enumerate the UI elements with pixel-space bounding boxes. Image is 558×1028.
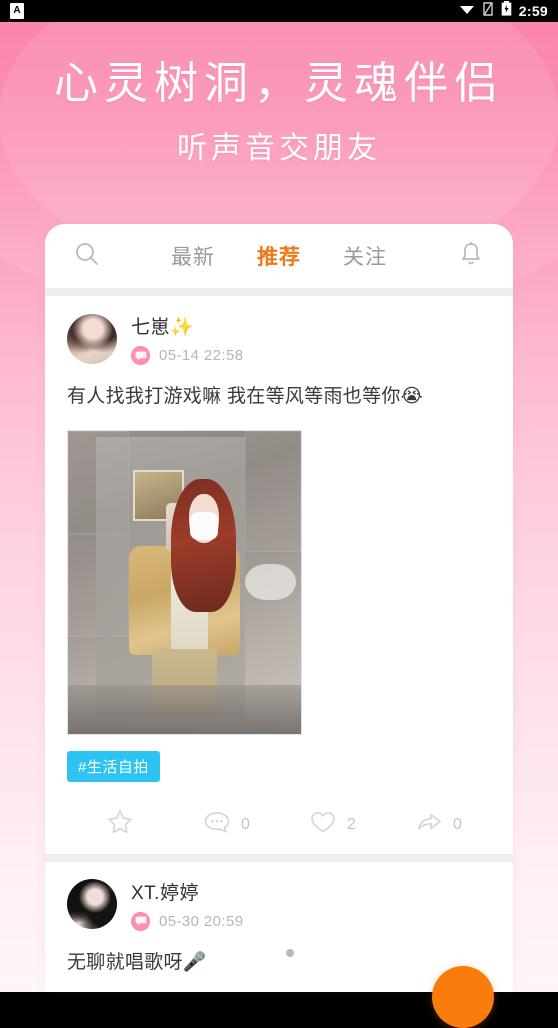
post-text: 无聊就唱歌呀🎤 xyxy=(67,951,207,973)
star-icon xyxy=(105,807,135,842)
status-bar: A 2:59 xyxy=(0,0,558,22)
post-header: XT.婷婷 05-30 20:59 xyxy=(67,878,491,931)
post-meta-row: 05-30 20:59 xyxy=(131,911,244,931)
tab-latest[interactable]: 最新 xyxy=(171,241,215,271)
share-count: 0 xyxy=(453,815,462,833)
avatar[interactable] xyxy=(67,313,117,364)
post-meta: XT.婷婷 05-30 20:59 xyxy=(131,878,243,931)
wifi-icon xyxy=(459,2,475,20)
username[interactable]: XT.婷婷 xyxy=(131,878,243,905)
compose-button[interactable] xyxy=(432,966,494,1028)
content-card: 最新 推荐 关注 七崽✨ 05-14 22:58 有人找我打游戏嘛 我在等风等雨… xyxy=(45,224,513,992)
like-button[interactable]: 2 xyxy=(279,808,385,841)
battery-charging-icon xyxy=(501,1,512,21)
post-text: 有人找我打游戏嘛 我在等风等雨也等你😭 xyxy=(67,386,424,407)
chat-bubble-badge-icon xyxy=(131,346,150,365)
timestamp: 05-30 20:59 xyxy=(159,912,244,930)
post-meta: 七崽✨ 05-14 22:58 xyxy=(131,312,243,365)
loading-dot xyxy=(286,948,294,957)
search-icon xyxy=(73,240,101,273)
top-nav-bar: 最新 推荐 关注 xyxy=(45,224,513,288)
search-button[interactable] xyxy=(67,236,107,276)
post-action-bar: 0 2 0 xyxy=(67,796,491,854)
post-item[interactable]: XT.婷婷 05-30 20:59 无聊就唱歌呀🎤 xyxy=(45,861,513,977)
chat-bubble-badge-icon xyxy=(131,911,150,931)
share-button[interactable]: 0 xyxy=(385,808,491,841)
comment-icon xyxy=(202,808,232,841)
banner: 心灵树洞，灵魂伴侣 听声音交朋友 xyxy=(0,58,558,167)
username[interactable]: 七崽✨ xyxy=(131,312,243,339)
app-notification-icon: A xyxy=(10,3,24,19)
post-meta-row: 05-14 22:58 xyxy=(131,346,243,365)
status-bar-right: 2:59 xyxy=(459,1,548,21)
post-image[interactable] xyxy=(67,429,302,735)
status-bar-left: A xyxy=(10,3,24,19)
post-divider xyxy=(45,853,513,862)
clock: 2:59 xyxy=(518,3,548,19)
comment-count: 0 xyxy=(241,815,250,833)
tab-following[interactable]: 关注 xyxy=(343,241,387,271)
tab-recommended[interactable]: 推荐 xyxy=(257,241,301,271)
nav-divider xyxy=(45,288,513,296)
timestamp: 05-14 22:58 xyxy=(159,347,244,364)
post-header: 七崽✨ 05-14 22:58 xyxy=(67,312,491,365)
bell-icon xyxy=(458,240,484,273)
signal-off-icon xyxy=(482,1,494,21)
avatar[interactable] xyxy=(67,879,117,929)
banner-title: 心灵树洞，灵魂伴侣 xyxy=(54,59,504,108)
hashtag-chip[interactable]: #生活自拍 xyxy=(67,750,160,782)
comment-button[interactable]: 0 xyxy=(173,808,279,841)
notifications-button[interactable] xyxy=(451,236,491,276)
post-item[interactable]: 七崽✨ 05-14 22:58 有人找我打游戏嘛 我在等风等雨也等你😭 #生活自… xyxy=(45,296,513,854)
share-icon xyxy=(414,808,444,841)
post-image-wrapper xyxy=(67,429,491,735)
favorite-button[interactable] xyxy=(67,807,173,842)
like-count: 2 xyxy=(347,815,356,833)
tab-list: 最新 推荐 关注 xyxy=(107,241,451,271)
banner-subtitle: 听声音交朋友 xyxy=(177,131,381,165)
heart-icon xyxy=(308,808,338,841)
